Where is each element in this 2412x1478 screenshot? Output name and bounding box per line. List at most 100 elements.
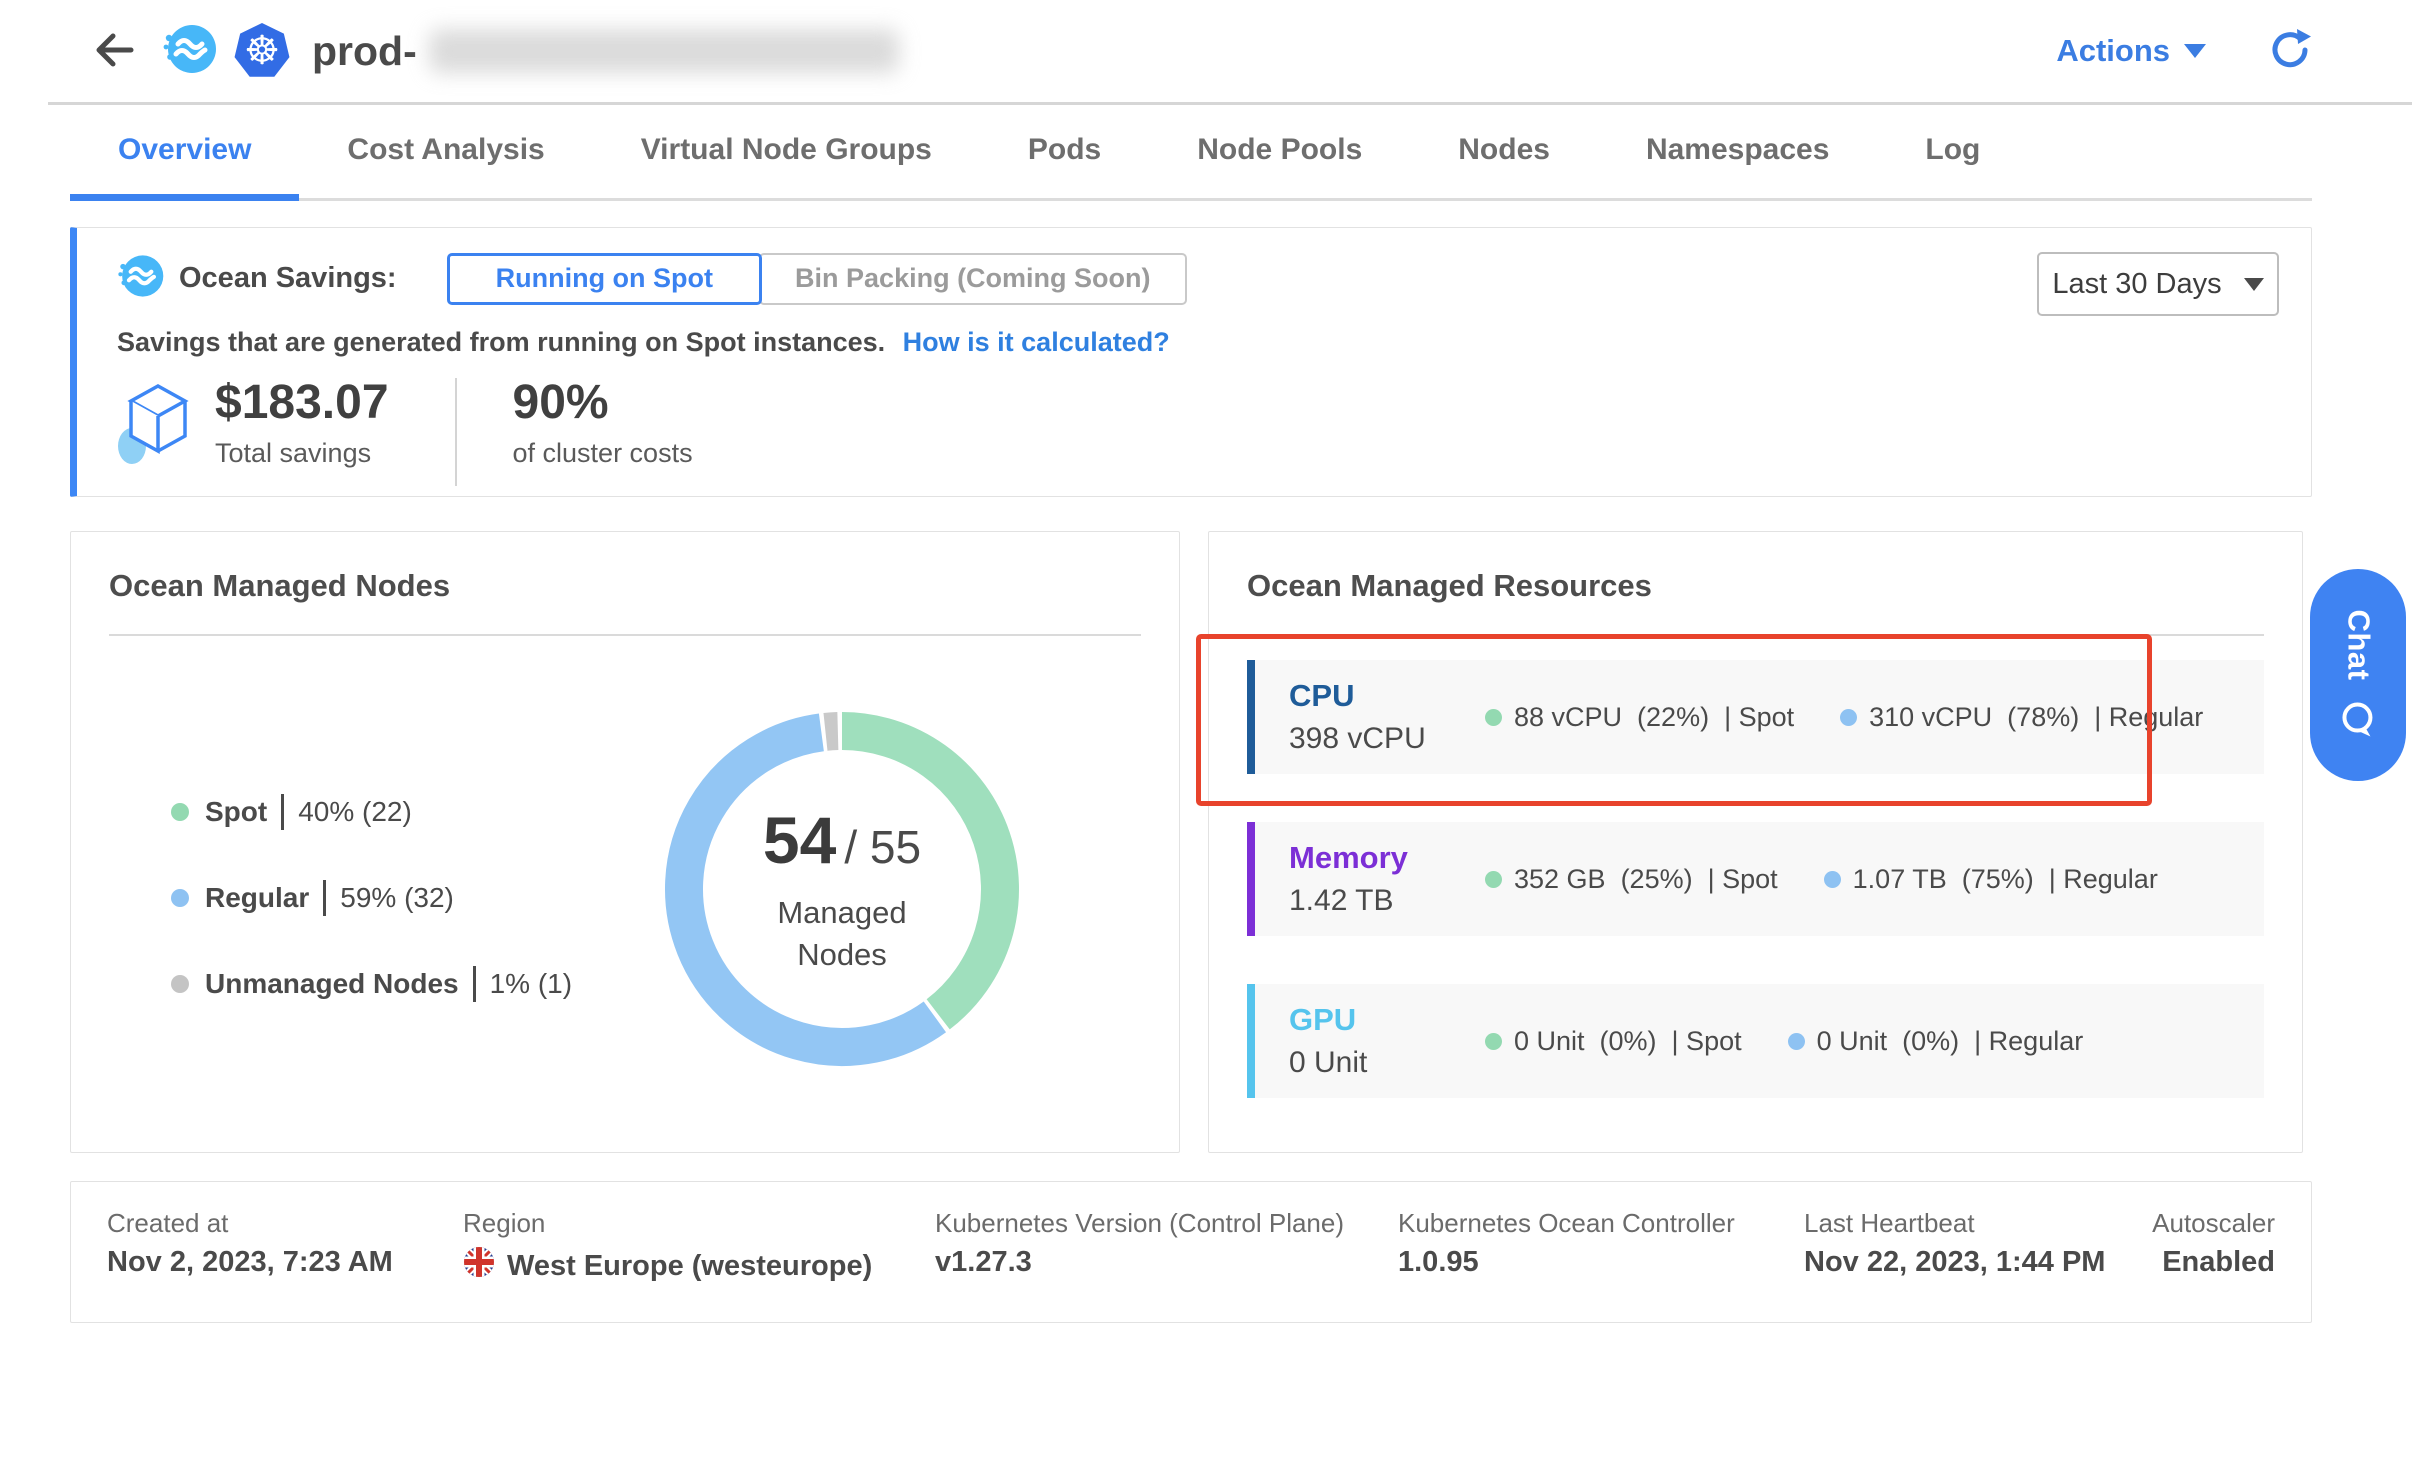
- total-savings-label: Total savings: [215, 438, 389, 469]
- managed-nodes-donut: 54 / 55 Managed Nodes: [657, 704, 1027, 1074]
- managed-nodes-count: 54: [763, 802, 836, 878]
- chat-bubble-icon: [2337, 698, 2379, 740]
- ocean-savings-icon: [117, 252, 165, 305]
- cpu-resource-row: CPU 398 vCPU 88 vCPU (22%) | Spot 310 vC…: [1247, 660, 2264, 774]
- memory-resource-row: Memory 1.42 TB 352 GB (25%) | Spot 1.07 …: [1247, 822, 2264, 936]
- tab-log[interactable]: Log: [1877, 102, 2028, 198]
- cluster-title-redacted: [429, 29, 899, 73]
- ocean-managed-nodes-card: Ocean Managed Nodes Spot 40% (22) Regula…: [70, 531, 1180, 1153]
- region-label: Region: [463, 1208, 545, 1239]
- legend-item-regular: Regular 59% (32): [171, 880, 572, 916]
- nodes-legend: Spot 40% (22) Regular 59% (32) Unmanaged…: [171, 794, 572, 1052]
- legend-separator: [281, 794, 284, 830]
- cpu-regular-stat: 310 vCPU (78%) | Regular: [1840, 702, 2203, 733]
- tab-pods[interactable]: Pods: [980, 102, 1149, 198]
- legend-value: 59% (32): [340, 882, 454, 914]
- gpu-total: 0 Unit: [1289, 1046, 1485, 1080]
- uk-flag-icon: [463, 1246, 495, 1286]
- ocean-controller-value: 1.0.95: [1398, 1246, 1479, 1279]
- regular-dot-icon: [1788, 1033, 1805, 1050]
- savings-cube-icon: [117, 378, 197, 475]
- chevron-down-icon: [2184, 44, 2206, 58]
- unmanaged-dot-icon: [171, 975, 189, 993]
- legend-label: Spot: [205, 796, 267, 828]
- last-heartbeat-label: Last Heartbeat: [1804, 1208, 1975, 1239]
- actions-button[interactable]: Actions: [2056, 33, 2206, 69]
- cluster-info-bar: Created at Nov 2, 2023, 7:23 AM Region W…: [70, 1181, 2312, 1323]
- cluster-costs-percent-value: 90%: [513, 378, 693, 428]
- legend-separator: [473, 966, 476, 1002]
- regular-dot-icon: [1840, 709, 1857, 726]
- gpu-label: GPU: [1289, 1002, 1485, 1038]
- memory-regular-stat: 1.07 TB (75%) | Regular: [1824, 864, 2158, 895]
- savings-toggle-group: Running on Spot Bin Packing (Coming Soon…: [447, 253, 1187, 305]
- memory-total: 1.42 TB: [1289, 884, 1485, 918]
- metric-divider: [455, 378, 457, 486]
- cpu-label: CPU: [1289, 678, 1485, 714]
- region-value: West Europe (westeurope): [463, 1246, 872, 1286]
- kubernetes-logo-icon: ☸: [234, 23, 290, 79]
- legend-separator: [323, 880, 326, 916]
- created-at-value: Nov 2, 2023, 7:23 AM: [107, 1246, 393, 1279]
- card-divider: [109, 634, 1141, 636]
- regular-dot-icon: [1824, 871, 1841, 888]
- cpu-spot-stat: 88 vCPU (22%) | Spot: [1485, 702, 1794, 733]
- memory-label: Memory: [1289, 840, 1485, 876]
- cards-row: Ocean Managed Nodes Spot 40% (22) Regula…: [70, 531, 2312, 1153]
- back-button[interactable]: [86, 25, 138, 77]
- tab-nodes[interactable]: Nodes: [1410, 102, 1598, 198]
- tab-bar: Overview Cost Analysis Virtual Node Grou…: [70, 102, 2312, 201]
- header-bar: ☸ prod- Actions: [0, 0, 2412, 102]
- legend-item-spot: Spot 40% (22): [171, 794, 572, 830]
- tab-overview[interactable]: Overview: [70, 102, 299, 198]
- legend-value: 1% (1): [490, 968, 572, 1000]
- cluster-title: prod-: [312, 28, 417, 75]
- chat-button[interactable]: Chat: [2310, 569, 2406, 781]
- refresh-button[interactable]: [2268, 28, 2312, 75]
- period-dropdown-value: Last 30 Days: [2052, 268, 2221, 301]
- autoscaler-value: Enabled: [2162, 1246, 2275, 1279]
- chat-label: Chat: [2340, 610, 2376, 681]
- legend-label: Regular: [205, 882, 309, 914]
- how-is-it-calculated-link[interactable]: How is it calculated?: [903, 327, 1170, 357]
- legend-label: Unmanaged Nodes: [205, 968, 459, 1000]
- donut-caption: Managed Nodes: [732, 892, 952, 976]
- ocean-managed-resources-card: Ocean Managed Resources CPU 398 vCPU 88 …: [1208, 531, 2303, 1153]
- card-divider: [1247, 634, 2264, 636]
- cpu-total: 398 vCPU: [1289, 722, 1485, 756]
- back-arrow-icon: [89, 27, 135, 76]
- k8s-version-value: v1.27.3: [935, 1246, 1032, 1279]
- bin-packing-toggle[interactable]: Bin Packing (Coming Soon): [759, 253, 1187, 305]
- managed-nodes-card-title: Ocean Managed Nodes: [109, 568, 1141, 604]
- k8s-version-label: Kubernetes Version (Control Plane): [935, 1208, 1344, 1239]
- tab-namespaces[interactable]: Namespaces: [1598, 102, 1877, 198]
- legend-value: 40% (22): [298, 796, 412, 828]
- spot-dot-icon: [1485, 871, 1502, 888]
- gpu-regular-stat: 0 Unit (0%) | Regular: [1788, 1026, 2084, 1057]
- gpu-spot-stat: 0 Unit (0%) | Spot: [1485, 1026, 1742, 1057]
- running-on-spot-toggle[interactable]: Running on Spot: [447, 253, 762, 305]
- tab-virtual-node-groups[interactable]: Virtual Node Groups: [593, 102, 980, 198]
- managed-resources-card-title: Ocean Managed Resources: [1247, 568, 2264, 604]
- gpu-resource-row: GPU 0 Unit 0 Unit (0%) | Spot 0 Unit (0%…: [1247, 984, 2264, 1098]
- memory-spot-stat: 352 GB (25%) | Spot: [1485, 864, 1778, 895]
- ocean-savings-banner: Ocean Savings: Running on Spot Bin Packi…: [70, 227, 2312, 497]
- spot-dot-icon: [1485, 1033, 1502, 1050]
- tab-cost-analysis[interactable]: Cost Analysis: [299, 102, 592, 198]
- total-savings-value: $183.07: [215, 378, 389, 428]
- ocean-logo-icon: [162, 21, 218, 82]
- chevron-down-icon: [2244, 278, 2264, 291]
- period-dropdown[interactable]: Last 30 Days: [2037, 252, 2279, 316]
- spot-dot-icon: [1485, 709, 1502, 726]
- ocean-savings-title: Ocean Savings:: [179, 262, 397, 295]
- refresh-icon: [2268, 60, 2312, 75]
- spot-dot-icon: [171, 803, 189, 821]
- tab-node-pools[interactable]: Node Pools: [1149, 102, 1410, 198]
- total-nodes-count: / 55: [844, 820, 921, 874]
- ocean-controller-label: Kubernetes Ocean Controller: [1398, 1208, 1735, 1239]
- cluster-costs-percent-label: of cluster costs: [513, 438, 693, 469]
- actions-label: Actions: [2056, 33, 2170, 69]
- donut-center-text: 54 / 55 Managed Nodes: [657, 704, 1027, 1074]
- regular-dot-icon: [171, 889, 189, 907]
- savings-description: Savings that are generated from running …: [117, 327, 885, 357]
